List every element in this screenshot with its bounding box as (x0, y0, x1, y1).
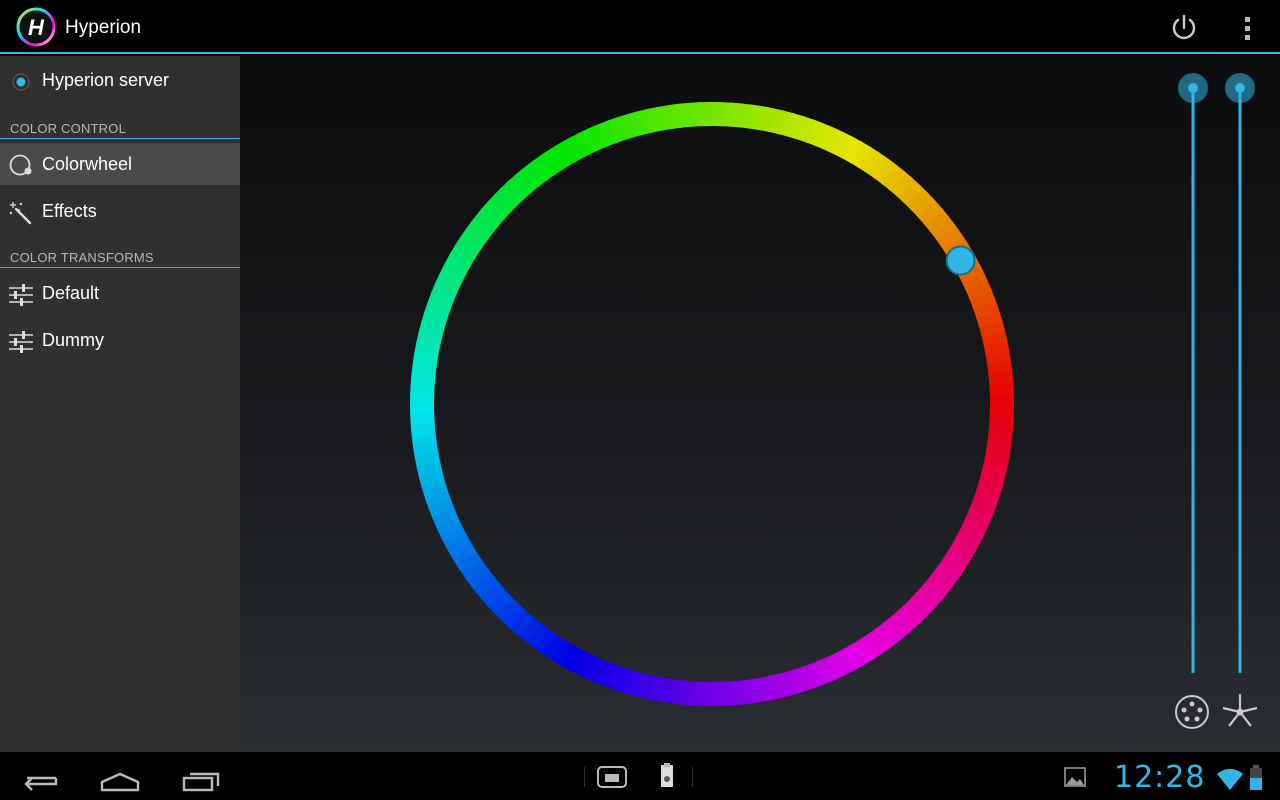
sliders-icon (9, 331, 33, 353)
section-header-color-control: COLOR CONTROL (0, 117, 240, 139)
saturation-star-icon (1222, 694, 1258, 727)
action-bar: H Hyperion (0, 0, 1280, 54)
screenshot-icon[interactable] (594, 760, 630, 794)
navigation-sidebar: Hyperion server COLOR CONTROL Colorwheel… (0, 56, 240, 752)
section-header-label: COLOR TRANSFORMS (10, 250, 154, 265)
brightness-dots-icon (1175, 695, 1209, 729)
section-header-label: COLOR CONTROL (10, 121, 127, 136)
radio-selected-icon (12, 73, 30, 91)
colorwheel-panel (240, 56, 1280, 752)
brightness-slider-thumb[interactable] (1178, 73, 1208, 103)
divider (584, 767, 585, 787)
system-bar: 12:28 (0, 752, 1280, 800)
sidebar-item-colorwheel[interactable]: Colorwheel (0, 143, 240, 185)
sidebar-item-dummy[interactable]: Dummy (0, 318, 240, 364)
home-icon[interactable] (98, 760, 142, 794)
hyperion-logo-icon[interactable]: H (16, 7, 56, 47)
color-wheel[interactable] (408, 100, 1016, 708)
back-icon[interactable] (18, 760, 62, 794)
sidebar-item-label: Effects (42, 201, 97, 221)
svg-text:H: H (28, 15, 45, 40)
gallery-notification-icon[interactable] (1062, 760, 1088, 794)
clock[interactable]: 12:28 (1114, 760, 1205, 795)
color-wheel-ring[interactable] (410, 102, 1014, 706)
power-icon[interactable] (1166, 10, 1202, 46)
wifi-icon (1217, 768, 1243, 790)
divider (692, 767, 693, 787)
sidebar-item-default[interactable]: Default (0, 271, 240, 317)
sliders-icon (9, 284, 33, 306)
brightness-slider[interactable] (1176, 73, 1210, 673)
server-selector[interactable]: Hyperion server (0, 58, 240, 104)
sidebar-item-label: Default (42, 283, 100, 303)
overflow-menu-icon[interactable] (1232, 10, 1264, 46)
app-title: Hyperion (65, 17, 142, 38)
color-wheel-selector[interactable] (945, 245, 976, 276)
section-header-color-transforms: COLOR TRANSFORMS (0, 246, 240, 268)
recent-apps-icon[interactable] (178, 760, 222, 794)
sidebar-item-label: Colorwheel (42, 154, 133, 174)
sidebar-item-effects[interactable]: Effects (0, 189, 240, 235)
saturation-slider[interactable] (1223, 73, 1257, 673)
usb-storage-icon[interactable] (656, 760, 678, 794)
magic-wand-icon (9, 202, 32, 225)
saturation-slider-thumb[interactable] (1225, 73, 1255, 103)
server-label: Hyperion server (42, 70, 170, 90)
battery-icon (1250, 765, 1262, 790)
sidebar-item-label: Dummy (42, 330, 104, 350)
colorwheel-icon (9, 154, 32, 176)
